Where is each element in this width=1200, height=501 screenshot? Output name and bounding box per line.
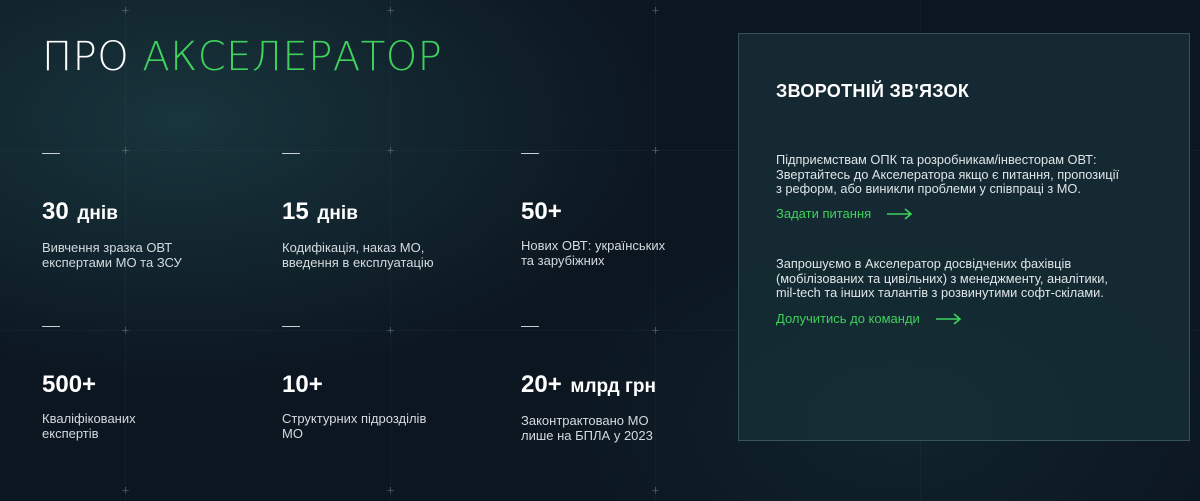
stat-description: Вивчення зразка ОВТ експертами МО та ЗСУ xyxy=(42,240,182,270)
feedback-panel: ЗВОРОТНІЙ ЗВ'ЯЗОК Підприємствам ОПК та р… xyxy=(738,33,1190,441)
plus-icon: + xyxy=(386,3,395,17)
ask-question-label: Задати питання xyxy=(776,206,872,221)
arrow-right-icon xyxy=(887,207,913,220)
stat-description: Законтрактовано МО лише на БПЛА у 2023 xyxy=(521,413,653,443)
stat-description: Нових ОВТ: українських та зарубіжних xyxy=(521,238,666,268)
plus-icon: + xyxy=(121,3,130,17)
join-team-link[interactable]: Долучитись до команди xyxy=(776,311,962,326)
section-title-accent: АКСЕЛЕРАТОР xyxy=(142,34,443,80)
section-title-prefix: ПРО xyxy=(42,34,130,80)
feedback-paragraph-team: Запрошуємо в Акселератор досвідчених фах… xyxy=(776,256,1108,300)
ask-question-link[interactable]: Задати питання xyxy=(776,206,913,221)
stat-item: 30 днів Вивчення зразка ОВТ експертами М… xyxy=(42,153,262,270)
stat-item: 50+ Нових ОВТ: українських та зарубіжних xyxy=(521,153,741,268)
stat-item: 15 днів Кодифікація, наказ МО, введення … xyxy=(282,153,502,270)
stat-description: Кваліфікованих експертів xyxy=(42,411,136,441)
feedback-title: ЗВОРОТНІЙ ЗВ'ЯЗОК xyxy=(776,81,970,101)
stat-divider xyxy=(282,153,300,154)
plus-icon: + xyxy=(386,483,395,497)
stat-item: 10+ Структурних підрозділів МО xyxy=(282,326,502,441)
stat-divider xyxy=(42,326,60,327)
feedback-paragraph-partners: Підприємствам ОПК та розробникам/інвесто… xyxy=(776,152,1120,196)
stat-value: 50+ xyxy=(521,198,562,225)
stat-description: Структурних підрозділів МО xyxy=(282,411,427,441)
stat-value: 20+ млрд грн xyxy=(521,371,656,398)
stat-value: 15 днів xyxy=(282,198,358,225)
stat-divider xyxy=(282,326,300,327)
stat-divider xyxy=(521,153,539,154)
stat-item: 20+ млрд грн Законтрактовано МО лише на … xyxy=(521,326,741,443)
stat-unit: млрд грн xyxy=(570,376,656,397)
stat-description: Кодифікація, наказ МО, введення в експлу… xyxy=(282,240,434,270)
stat-value: 30 днів xyxy=(42,198,118,225)
stat-value: 500+ xyxy=(42,371,97,398)
arrow-right-icon xyxy=(935,312,962,325)
stat-value: 10+ xyxy=(282,371,323,398)
section-title: ПРО АКСЕЛЕРАТОР xyxy=(42,34,442,80)
plus-icon: + xyxy=(651,3,660,17)
stat-divider xyxy=(42,153,60,154)
stat-unit: днів xyxy=(77,203,118,224)
plus-icon: + xyxy=(651,483,660,497)
stat-item: 500+ Кваліфікованих експертів xyxy=(42,326,262,441)
stat-divider xyxy=(521,326,539,327)
stat-unit: днів xyxy=(317,203,358,224)
join-team-label: Долучитись до команди xyxy=(776,311,920,326)
plus-icon: + xyxy=(121,483,130,497)
